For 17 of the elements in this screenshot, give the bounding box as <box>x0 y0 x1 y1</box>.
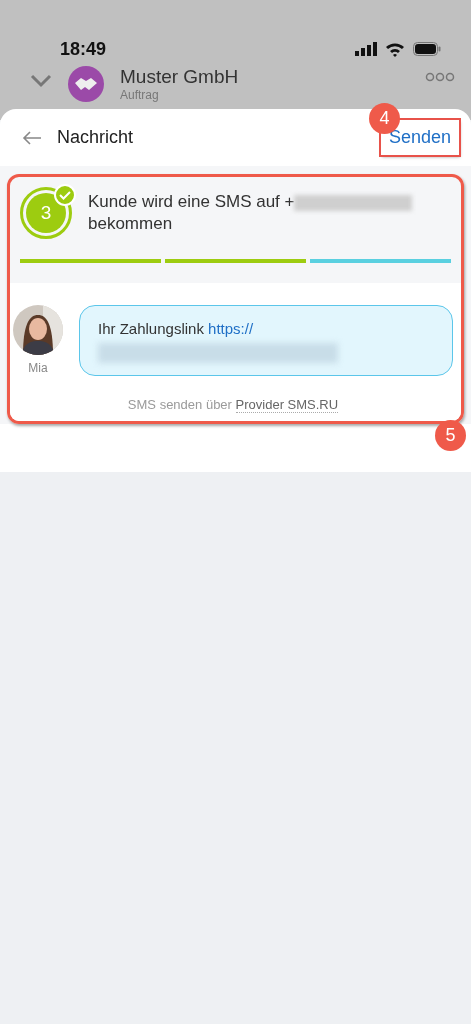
signal-icon <box>355 42 377 56</box>
footer-note: SMS senden über Provider SMS.RU <box>126 396 340 415</box>
provider-link[interactable]: Provider SMS.RU <box>235 397 339 413</box>
sheet-title: Nachricht <box>57 126 135 149</box>
message-link[interactable]: https:// <box>208 320 254 337</box>
more-icon[interactable] <box>425 72 455 82</box>
sender-name: Mia <box>28 360 48 377</box>
back-arrow-icon[interactable] <box>22 130 42 145</box>
step-description: Kunde wird eine SMS auf + bekommen <box>88 191 413 235</box>
status-time: 18:49 <box>60 37 107 61</box>
message-text: Ihr Zahlungslink https:// <box>98 319 255 339</box>
wifi-icon <box>385 41 405 57</box>
chevron-down-icon[interactable] <box>30 74 52 88</box>
record-type: Auftrag <box>120 88 160 102</box>
battery-icon <box>413 42 441 56</box>
annotation-badge: 5 <box>435 419 466 451</box>
company-name: Muster GmbH <box>120 66 240 88</box>
